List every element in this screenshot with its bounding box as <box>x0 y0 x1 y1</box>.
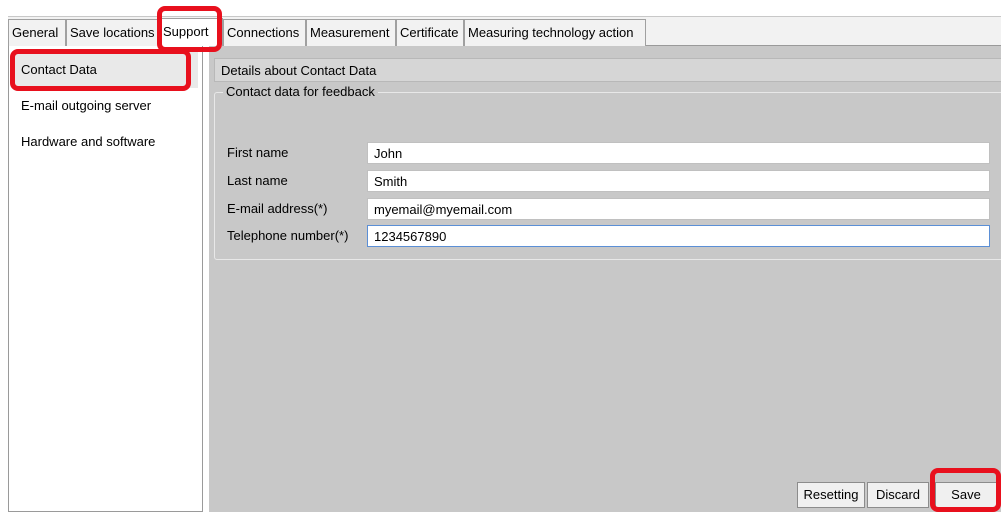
contact-data-group: Contact data for feedback First name Las… <box>214 84 1001 260</box>
telephone-field[interactable] <box>367 225 990 247</box>
tab-certificate[interactable]: Certificate <box>396 19 464 46</box>
telephone-label: Telephone number(*) <box>227 228 349 243</box>
first-name-label: First name <box>227 145 289 160</box>
settings-tab-bar: General Save locations Support Connectio… <box>8 16 1001 47</box>
sidebar-item-contact-data[interactable]: Contact Data <box>13 52 198 88</box>
support-sidebar: Contact Data E-mail outgoing server Hard… <box>8 46 203 512</box>
tab-general[interactable]: General <box>8 19 66 46</box>
tab-measurement[interactable]: Measurement <box>306 19 396 46</box>
sidebar-item-email-outgoing-server[interactable]: E-mail outgoing server <box>13 88 198 124</box>
tab-support[interactable]: Support <box>159 18 223 47</box>
email-label: E-mail address(*) <box>227 201 328 216</box>
group-title: Contact data for feedback <box>223 84 378 100</box>
first-name-field[interactable] <box>367 142 990 164</box>
last-name-field[interactable] <box>367 170 990 192</box>
tab-connections[interactable]: Connections <box>223 19 306 46</box>
details-panel: Details about Contact Data Contact data … <box>209 46 1001 512</box>
resetting-button[interactable]: Resetting <box>797 482 865 508</box>
tab-save-locations[interactable]: Save locations <box>66 19 159 46</box>
tab-measuring-technology-action[interactable]: Measuring technology action <box>464 19 646 46</box>
details-header: Details about Contact Data <box>214 58 1001 82</box>
sidebar-item-hardware-and-software[interactable]: Hardware and software <box>13 124 198 160</box>
discard-button[interactable]: Discard <box>867 482 929 508</box>
save-button[interactable]: Save <box>935 482 997 508</box>
email-field[interactable] <box>367 198 990 220</box>
last-name-label: Last name <box>227 173 288 188</box>
window-top-strip <box>0 0 1001 8</box>
